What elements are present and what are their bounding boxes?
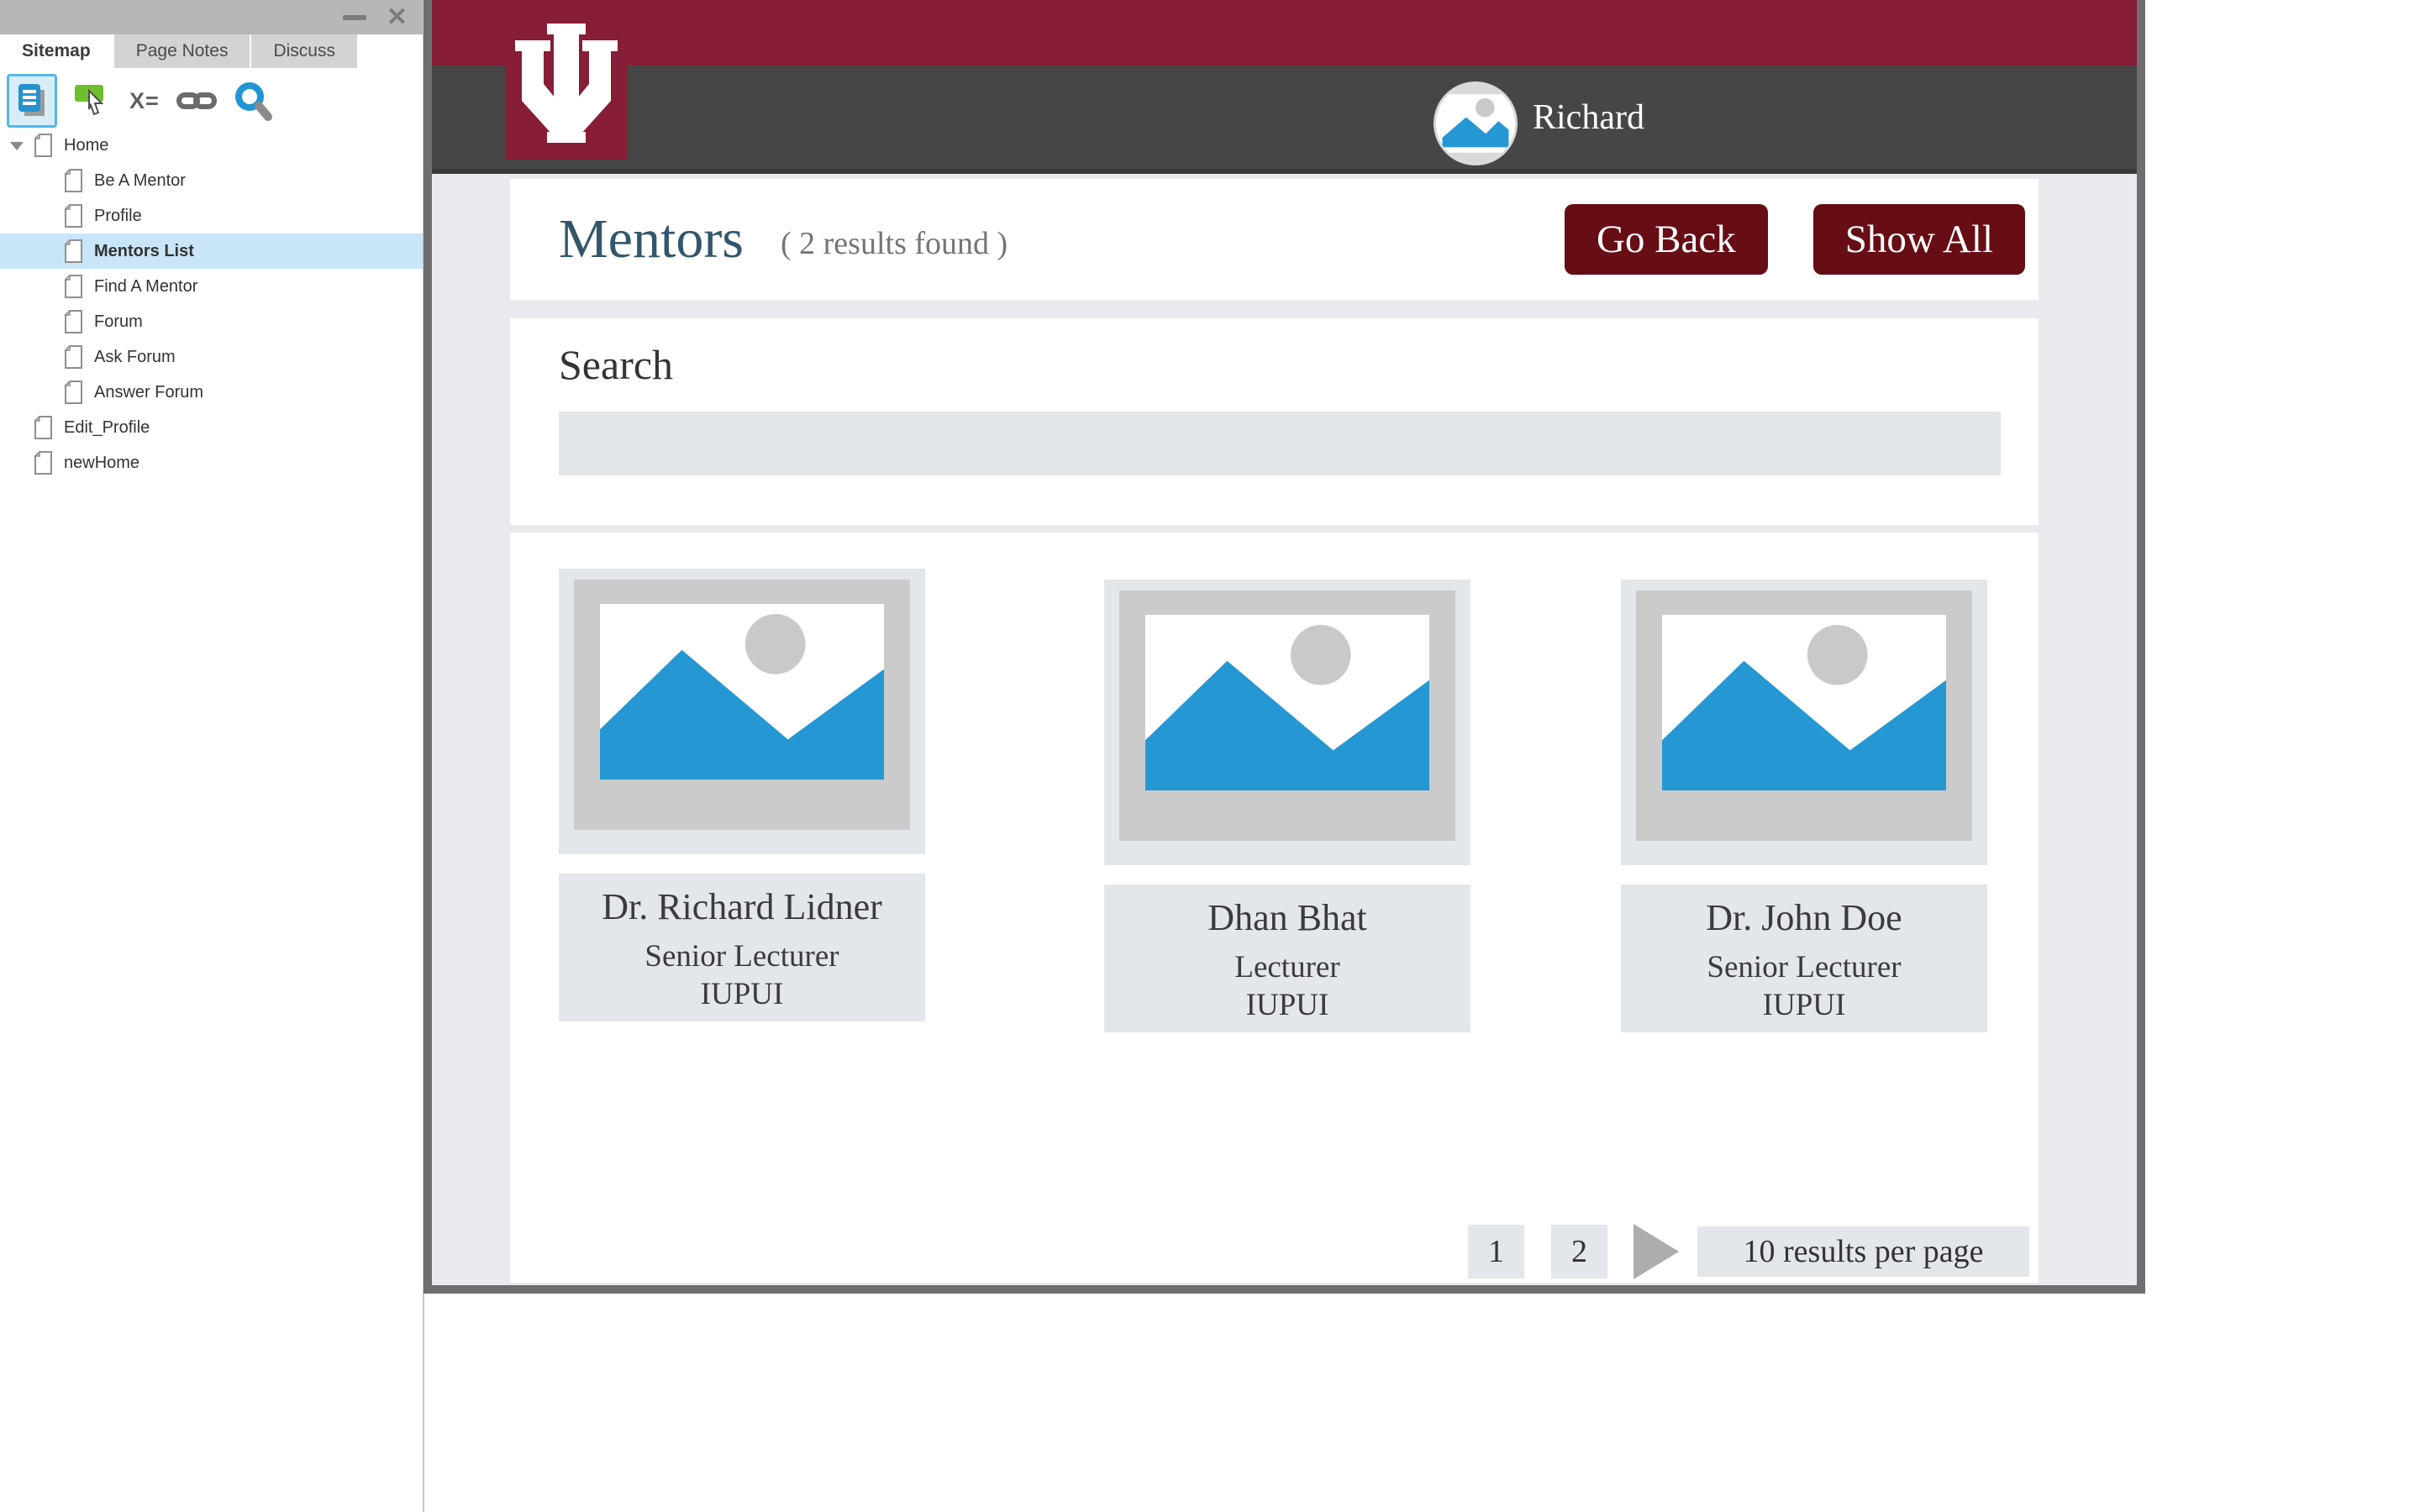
- next-page-icon[interactable]: [1634, 1224, 1679, 1279]
- image-placeholder-icon: [600, 604, 884, 780]
- page-icon: [34, 451, 53, 475]
- sitemap-toolbar: X=: [7, 74, 272, 128]
- tree-item-find-a-mentor[interactable]: Find A Mentor: [0, 269, 423, 304]
- pagination: 12 10 results per page: [1468, 1224, 2029, 1279]
- mentor-title: Senior Lecturer: [559, 938, 925, 974]
- results-section: Dr. Richard LidnerSenior LecturerIUPUIDh…: [510, 533, 2039, 1283]
- tree-item-label: newHome: [64, 454, 139, 473]
- mentor-name: Dr. Richard Lidner: [559, 874, 925, 928]
- image-placeholder-icon: [1662, 615, 1946, 790]
- tree-item-ask-forum[interactable]: Ask Forum: [0, 339, 423, 375]
- page-icon: [64, 239, 83, 263]
- user-avatar[interactable]: [1434, 81, 1518, 165]
- panel-titlebar: ✕: [0, 0, 423, 34]
- close-icon[interactable]: ✕: [387, 5, 408, 30]
- tree-item-profile[interactable]: Profile: [0, 198, 423, 234]
- mentor-card[interactable]: Dr. Richard Lidner Senior LecturerIUPUI: [559, 569, 925, 1021]
- iu-logo[interactable]: [505, 0, 628, 160]
- search-input[interactable]: [559, 412, 2001, 475]
- interaction-cursor-icon[interactable]: [74, 81, 113, 120]
- variables-icon[interactable]: X=: [129, 88, 160, 114]
- tree-item-label: Forum: [94, 312, 143, 332]
- tree-item-label: Be A Mentor: [94, 171, 186, 191]
- mentor-info: Dr. John Doe Senior LecturerIUPUI: [1621, 885, 1987, 1032]
- panel-tab-strip: Sitemap Page Notes Discuss: [0, 34, 359, 68]
- tree-item-label: Profile: [94, 207, 142, 226]
- heading-section: Mentors ( 2 results found ) Go Back Show…: [510, 179, 2039, 300]
- tree-item-label: Mentors List: [94, 242, 194, 261]
- page-number-button[interactable]: 1: [1468, 1225, 1524, 1278]
- mentor-name: Dhan Bhat: [1104, 885, 1470, 939]
- show-all-button[interactable]: Show All: [1813, 204, 2025, 275]
- mentor-info: Dr. Richard Lidner Senior LecturerIUPUI: [559, 874, 925, 1021]
- tree-item-home[interactable]: Home: [0, 128, 423, 163]
- screen: ✕ Sitemap Page Notes Discuss: [0, 0, 2420, 1512]
- tree-item-mentors-list[interactable]: Mentors List: [0, 234, 423, 269]
- tree-item-label: Home: [64, 136, 108, 155]
- search-section: Search: [510, 318, 2039, 525]
- tab-discuss[interactable]: Discuss: [251, 34, 357, 68]
- mentor-title: Senior Lecturer: [1621, 949, 1987, 985]
- mentor-org: IUPUI: [559, 976, 925, 1012]
- tree-item-label: Find A Mentor: [94, 277, 197, 297]
- mentor-info: Dhan Bhat LecturerIUPUI: [1104, 885, 1470, 1032]
- mentor-photo-placeholder: [559, 569, 925, 854]
- results-per-page-select[interactable]: 10 results per page: [1697, 1226, 2029, 1277]
- mentor-org: IUPUI: [1104, 987, 1470, 1023]
- page-background: Mentors ( 2 results found ) Go Back Show…: [432, 174, 2137, 1285]
- search-heading: Search: [559, 340, 673, 389]
- pages-icon[interactable]: [7, 74, 57, 128]
- page-icon: [34, 416, 53, 439]
- tab-sitemap[interactable]: Sitemap: [0, 34, 113, 68]
- minimize-icon[interactable]: [343, 15, 366, 20]
- sitemap-panel: ✕ Sitemap Page Notes Discuss: [0, 0, 424, 1512]
- mentor-title: Lecturer: [1104, 949, 1470, 985]
- page-title: Mentors: [559, 207, 744, 271]
- mentor-photo-placeholder: [1104, 580, 1470, 865]
- tree-item-edit-profile[interactable]: Edit_Profile: [0, 410, 423, 445]
- page-numbers: 12: [1468, 1225, 1607, 1278]
- page-icon: [64, 169, 83, 192]
- results-count: ( 2 results found ): [781, 217, 1007, 262]
- page-icon: [34, 134, 53, 157]
- page-number-button[interactable]: 2: [1551, 1225, 1607, 1278]
- mentor-photo-placeholder: [1621, 580, 1987, 865]
- tab-page-notes[interactable]: Page Notes: [114, 34, 250, 68]
- image-placeholder-icon: [1145, 615, 1429, 790]
- tree-item-label: Edit_Profile: [64, 418, 150, 438]
- page-icon: [64, 204, 83, 228]
- page-icon: [64, 345, 83, 369]
- heading-buttons: Go Back Show All: [1565, 204, 2039, 275]
- tree-item-label: Ask Forum: [94, 348, 176, 367]
- mentor-org: IUPUI: [1621, 987, 1987, 1023]
- header-bar: [432, 0, 2137, 66]
- link-icon[interactable]: [176, 89, 217, 113]
- page-icon: [64, 275, 83, 298]
- search-icon[interactable]: [234, 81, 272, 121]
- user-name[interactable]: Richard: [1533, 66, 1644, 174]
- tree-item-label: Answer Forum: [94, 383, 203, 402]
- mentor-name: Dr. John Doe: [1621, 885, 1987, 939]
- tree-item-be-a-mentor[interactable]: Be A Mentor: [0, 163, 423, 198]
- page-icon: [64, 381, 83, 404]
- prototype-window: Richard Mentors ( 2 results found: [424, 0, 2145, 1294]
- iu-trident-icon: [515, 24, 618, 143]
- sitemap-tree: Home Be A Mentor Profile Mentors List Find A…: [0, 128, 423, 480]
- tree-item-forum[interactable]: Forum: [0, 304, 423, 339]
- nav-bar: Richard: [432, 66, 2137, 174]
- go-back-button[interactable]: Go Back: [1565, 204, 1768, 275]
- tree-item-answer-forum[interactable]: Answer Forum: [0, 375, 423, 410]
- mentor-card[interactable]: Dr. John Doe Senior LecturerIUPUI: [1621, 580, 1987, 1032]
- tree-item-newhome[interactable]: newHome: [0, 445, 423, 480]
- page-icon: [64, 310, 83, 333]
- mentor-card[interactable]: Dhan Bhat LecturerIUPUI: [1104, 580, 1470, 1032]
- caret-down-icon[interactable]: [10, 142, 24, 150]
